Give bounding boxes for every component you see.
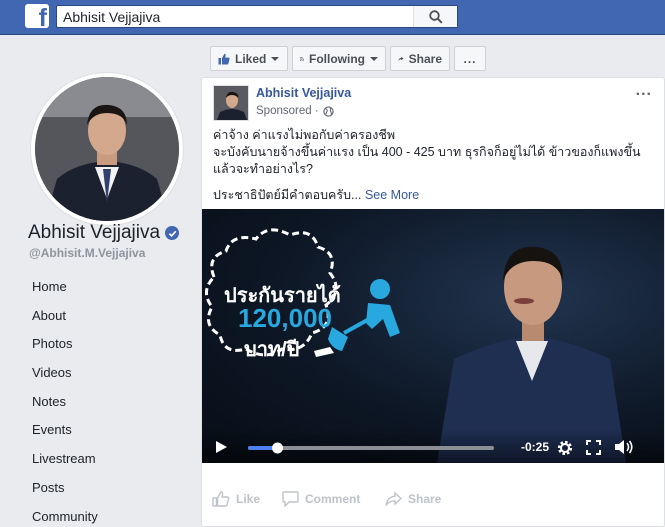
sponsored-label: Sponsored · (256, 105, 334, 117)
volume-icon[interactable] (614, 439, 634, 455)
chevron-down-icon (271, 56, 280, 61)
nav-item-posts[interactable]: Posts (32, 479, 98, 508)
nav-item-community[interactable]: Community (32, 508, 98, 527)
search-button[interactable] (413, 6, 457, 27)
see-more-link[interactable]: See More (365, 188, 419, 202)
profile-photo-illustration (35, 77, 179, 221)
post-message: ค่าจ้าง ค่าแรงไม่พอกับค่าครองชีพ จะบังคั… (213, 127, 653, 178)
more-options-icon: ... (463, 51, 477, 66)
time-remaining: -0:25 (520, 440, 549, 454)
post-author-name[interactable]: Abhisit Vejjajiva (256, 86, 351, 100)
nav-item-about[interactable]: About (32, 307, 98, 336)
post-line-2: จะบังคับนายจ้างขึ้นค่าแรง เป็น 400 - 425… (213, 145, 641, 159)
share-arrow-icon (398, 56, 404, 61)
post-author-avatar[interactable] (213, 85, 249, 121)
thumbs-up-icon (218, 53, 230, 64)
thumbs-up-outline-icon (212, 491, 230, 507)
chevron-down-icon (370, 56, 378, 61)
post-line-3: แล้วจะทำอย่างไร? (213, 162, 313, 176)
nav-item-home[interactable]: Home (32, 278, 98, 307)
more-options-button[interactable]: ... (454, 46, 486, 71)
video-player[interactable]: ประกันรายได้ 120,000 บาท/ปี -0:25 (202, 209, 664, 463)
settings-gear-icon[interactable] (556, 439, 574, 457)
following-button[interactable]: Following (292, 46, 386, 71)
video-controls: -0:25 (202, 429, 664, 463)
nav-item-videos[interactable]: Videos (32, 364, 98, 393)
page-name[interactable]: Abhisit Vejjajiva (28, 222, 180, 244)
post-line-4: ประชาธิปัตย์มีคำตอบครับ... (213, 188, 362, 202)
like-label: Like (236, 492, 261, 506)
comment-bubble-icon (282, 491, 299, 507)
nav-item-photos[interactable]: Photos (32, 335, 98, 364)
video-progress-bar[interactable] (248, 442, 494, 454)
profile-picture (35, 77, 179, 221)
nav-item-notes[interactable]: Notes (32, 393, 98, 422)
profile-picture-frame[interactable] (30, 72, 184, 226)
share-arrow-icon (385, 491, 402, 506)
globe-icon (322, 105, 334, 117)
following-label: Following (309, 51, 365, 66)
video-overlay-line-3: บาท/ปี (244, 339, 300, 361)
share-page-button[interactable]: Share (390, 46, 450, 71)
liked-button[interactable]: Liked (210, 46, 288, 71)
comment-label: Comment (305, 492, 361, 506)
sponsored-post: Abhisit Vejjajiva Sponsored · ... ค่าจ้า… (201, 77, 665, 527)
page-action-bar: Liked Following Share ... (201, 42, 665, 74)
post-options-icon[interactable]: ... (636, 82, 652, 100)
share-post-button[interactable]: Share (385, 491, 441, 507)
progress-track (248, 446, 494, 450)
sponsored-text: Sponsored · (256, 105, 319, 117)
search-box (56, 5, 458, 28)
rss-follow-icon (300, 56, 304, 61)
page-username[interactable]: @Abhisit.M.Vejjajiva (29, 246, 145, 260)
liked-label: Liked (235, 51, 267, 66)
share-post-label: Share (408, 492, 442, 506)
post-action-bar: Like Comment Share (202, 478, 664, 518)
nav-item-livestream[interactable]: Livestream (32, 450, 98, 479)
verified-badge-icon (165, 226, 180, 240)
like-button[interactable]: Like (212, 491, 260, 507)
share-label: Share (408, 51, 442, 66)
search-icon (428, 9, 443, 24)
facebook-logo[interactable]: f (25, 4, 49, 31)
post-avatar-illustration (214, 86, 248, 120)
progress-scrubber[interactable] (272, 442, 284, 454)
comment-button[interactable]: Comment (282, 491, 360, 507)
page-navigation: Home About Photos Videos Notes Events Li… (32, 278, 98, 527)
top-bar: f (0, 0, 665, 35)
nav-item-events[interactable]: Events (32, 421, 98, 450)
post-line-1: ค่าจ้าง ค่าแรงไม่พอกับค่าครองชีพ (213, 128, 396, 142)
post-message-continued: ประชาธิปัตย์มีคำตอบครับ... See More (213, 185, 419, 205)
fullscreen-icon[interactable] (586, 440, 601, 455)
video-overlay-line-2: 120,000 (238, 303, 332, 333)
play-icon[interactable] (214, 440, 228, 454)
page-name-text: Abhisit Vejjajiva (28, 222, 161, 243)
search-input[interactable] (57, 6, 417, 27)
